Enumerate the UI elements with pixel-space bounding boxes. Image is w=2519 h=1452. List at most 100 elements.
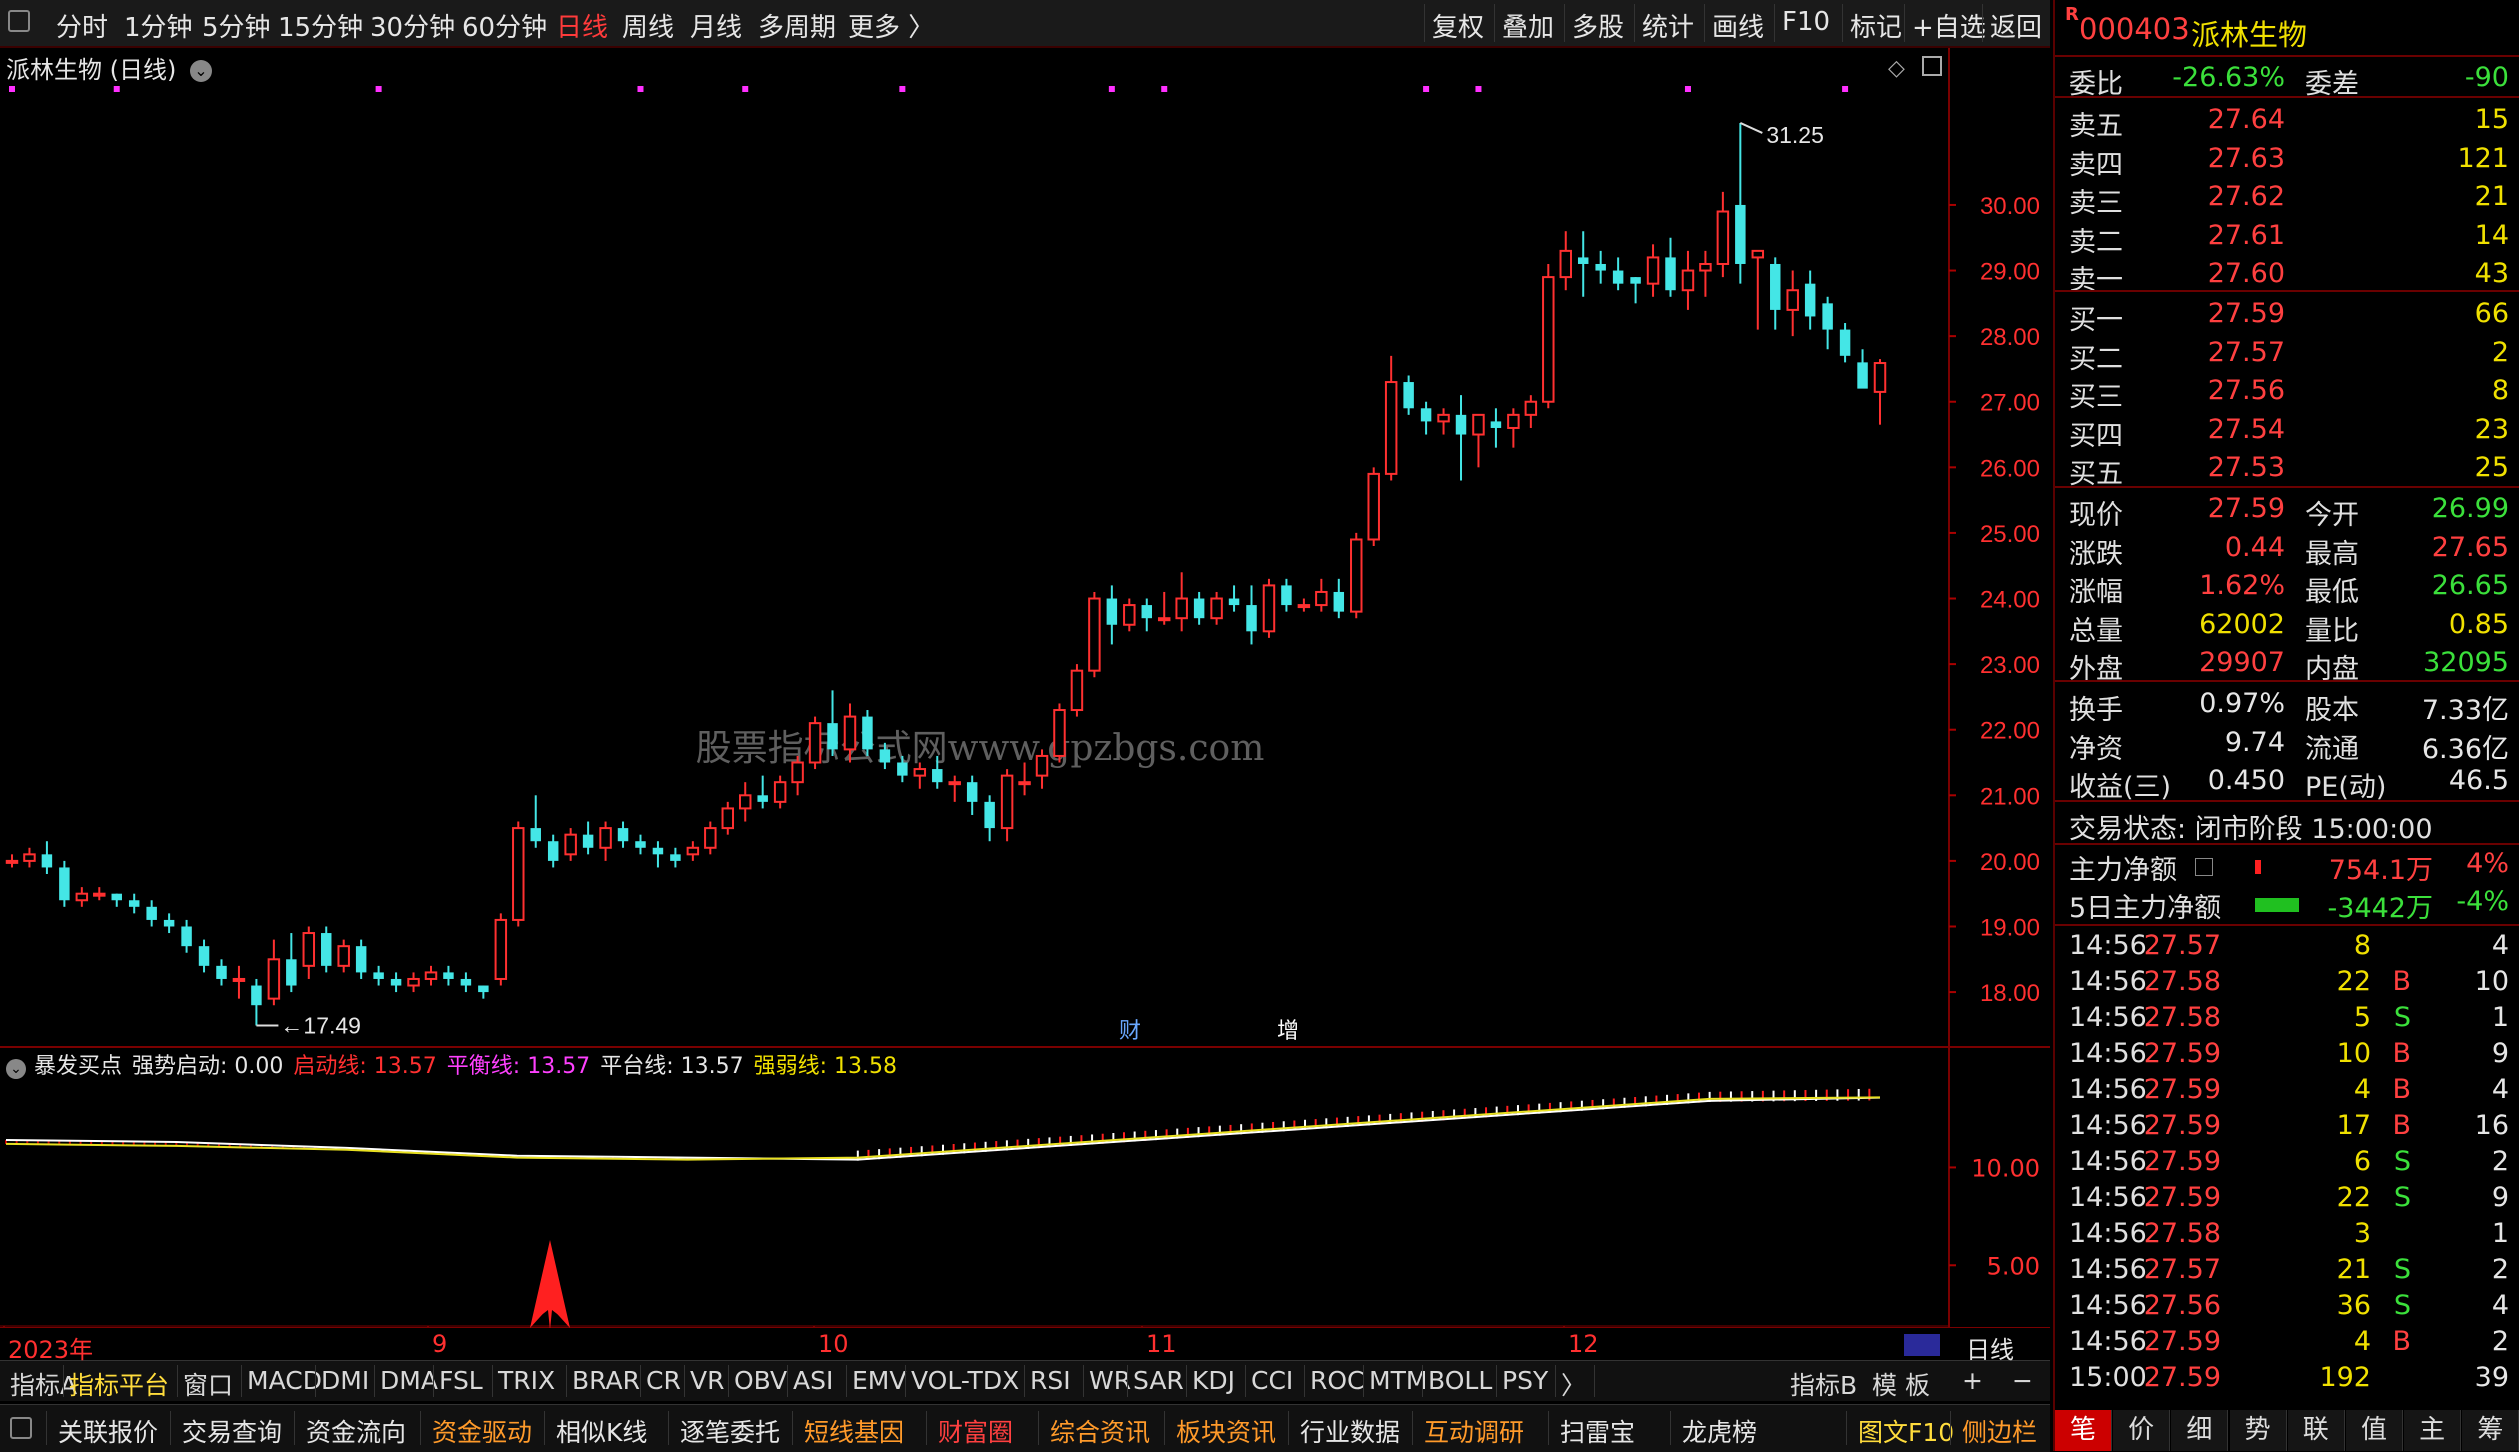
- function-button-8[interactable]: 综合资讯: [1050, 1413, 1150, 1449]
- function-button-15[interactable]: 侧边栏: [1962, 1413, 2037, 1449]
- indicator-tab-22[interactable]: BOLL: [1428, 1366, 1492, 1395]
- function-button-1[interactable]: 交易查询: [182, 1413, 282, 1449]
- tool-7[interactable]: +自选: [1912, 7, 1986, 44]
- indicator-tab-4[interactable]: DMI: [321, 1366, 369, 1395]
- sidebar-toggle-icon[interactable]: [10, 1417, 32, 1439]
- indicator-tab-21[interactable]: MTM: [1369, 1366, 1427, 1395]
- function-button-5[interactable]: 逐笔委托: [680, 1413, 780, 1449]
- bid-row[interactable]: 买一 27.59 66: [2055, 294, 2519, 336]
- layout-toggle-icon[interactable]: [1922, 56, 1942, 76]
- stat-value: 26.99: [2431, 493, 2509, 524]
- indicator-tab-2[interactable]: 窗口: [183, 1366, 233, 1402]
- panel-tab-5[interactable]: 值: [2346, 1410, 2403, 1451]
- function-button-14[interactable]: 图文F10: [1858, 1413, 1954, 1449]
- indicator-right-2[interactable]: +: [1962, 1366, 1983, 1395]
- chevron-down-icon[interactable]: ⌄: [6, 1059, 26, 1079]
- panel-tab-0[interactable]: 笔: [2055, 1410, 2112, 1451]
- ask-row[interactable]: 卖二 27.61 14: [2055, 216, 2519, 258]
- panel-tab-1[interactable]: 价: [2113, 1410, 2171, 1451]
- tick-price: 27.58: [2143, 1218, 2221, 1249]
- indicator-tab-18[interactable]: KDJ: [1192, 1366, 1235, 1395]
- period-label[interactable]: 日线: [1966, 1330, 2014, 1365]
- indicator-right-3[interactable]: −: [2012, 1366, 2033, 1395]
- function-button-2[interactable]: 资金流向: [306, 1413, 406, 1449]
- function-button-9[interactable]: 板块资讯: [1176, 1413, 1276, 1449]
- indicator-tab-8[interactable]: BRAR: [572, 1366, 640, 1395]
- indicator-tab-3[interactable]: MACD: [247, 1366, 322, 1395]
- indicator-tab-10[interactable]: VR: [690, 1366, 724, 1395]
- period-8[interactable]: 月线: [690, 7, 742, 44]
- tick-row: 14:56 27.59 10 B 9: [2055, 1036, 2519, 1074]
- ask-row[interactable]: 卖五 27.64 15: [2055, 100, 2519, 142]
- indicator-tab-13[interactable]: EMV: [852, 1366, 906, 1395]
- function-button-3[interactable]: 资金驱动: [432, 1413, 532, 1449]
- stat-value: 29907: [2199, 647, 2285, 678]
- menu-icon[interactable]: [2195, 858, 2213, 876]
- window-menu-icon[interactable]: [8, 10, 30, 32]
- panel-tab-7[interactable]: 筹: [2462, 1410, 2519, 1451]
- ask-row[interactable]: 卖四 27.63 121: [2055, 139, 2519, 181]
- tool-8[interactable]: 返回: [1990, 7, 2042, 44]
- tool-4[interactable]: 画线: [1712, 7, 1764, 44]
- bid-row[interactable]: 买四 27.54 23: [2055, 410, 2519, 452]
- tool-1[interactable]: 叠加: [1502, 7, 1554, 44]
- indicator-tab-7[interactable]: TRIX: [498, 1366, 555, 1395]
- period-2[interactable]: 5分钟: [202, 7, 271, 44]
- indicator-tab-6[interactable]: FSL: [439, 1366, 483, 1395]
- candle-body: [1053, 709, 1066, 757]
- bid-row[interactable]: 买三 27.56 8: [2055, 371, 2519, 413]
- function-button-13[interactable]: 龙虎榜: [1682, 1413, 1757, 1449]
- indicator-tab-23[interactable]: PSY: [1502, 1366, 1548, 1395]
- indicator-tab-14[interactable]: VOL-TDX: [911, 1366, 1019, 1395]
- indicator-tab-19[interactable]: CCI: [1251, 1366, 1293, 1395]
- indicator-right-0[interactable]: 指标B: [1790, 1366, 1857, 1402]
- tool-0[interactable]: 复权: [1432, 7, 1484, 44]
- ask-row[interactable]: 卖一 27.60 43: [2055, 254, 2519, 296]
- panel-tab-3[interactable]: 势: [2229, 1410, 2287, 1451]
- function-button-11[interactable]: 互动调研: [1424, 1413, 1524, 1449]
- period-1[interactable]: 1分钟: [124, 7, 193, 44]
- indicator-tab-separator: [374, 1365, 375, 1397]
- candlestick-chart[interactable]: 30.00 29.00 28.00 27.00 26.00 25.00 24.00 23.00…: [0, 48, 2050, 1328]
- period-9[interactable]: 多周期: [758, 7, 836, 44]
- tool-6[interactable]: 标记: [1850, 7, 1902, 44]
- function-button-7[interactable]: 财富圈: [938, 1413, 1013, 1449]
- indicator-tab-20[interactable]: ROC: [1310, 1366, 1365, 1395]
- indicator-tab-0[interactable]: 指标A: [10, 1366, 77, 1402]
- function-button-6[interactable]: 短线基因: [804, 1413, 904, 1449]
- indicator-tab-5[interactable]: DMA: [380, 1366, 438, 1395]
- panel-tab-4[interactable]: 联: [2287, 1410, 2345, 1451]
- bid-row[interactable]: 买二 27.57 2: [2055, 333, 2519, 375]
- period-5[interactable]: 60分钟: [462, 7, 547, 44]
- period-7[interactable]: 周线: [622, 7, 674, 44]
- scroll-thumb[interactable]: [1904, 1334, 1940, 1356]
- indicator-tab-24[interactable]: 〉: [1561, 1366, 1586, 1402]
- indicator-tab-11[interactable]: OBV: [734, 1366, 787, 1395]
- candle-body: [599, 827, 612, 849]
- bid-row[interactable]: 买五 27.53 25: [2055, 448, 2519, 490]
- indicator-tab-1[interactable]: 指标平台: [69, 1366, 169, 1402]
- tool-3[interactable]: 统计: [1642, 7, 1694, 44]
- indicator-tab-12[interactable]: ASI: [793, 1366, 833, 1395]
- function-button-4[interactable]: 相似K线: [556, 1413, 647, 1449]
- function-button-12[interactable]: 扫雷宝: [1560, 1413, 1635, 1449]
- diamond-icon[interactable]: ◇: [1888, 56, 1905, 81]
- indicator-tab-15[interactable]: RSI: [1030, 1366, 1071, 1395]
- period-4[interactable]: 30分钟: [370, 7, 455, 44]
- tool-2[interactable]: 多股: [1572, 7, 1624, 44]
- period-0[interactable]: 分时: [56, 7, 108, 44]
- function-button-0[interactable]: 关联报价: [58, 1413, 158, 1449]
- function-button-10[interactable]: 行业数据: [1300, 1413, 1400, 1449]
- period-10[interactable]: 更多 〉: [848, 7, 934, 44]
- indicator-tab-17[interactable]: SAR: [1133, 1366, 1184, 1395]
- period-6[interactable]: 日线: [556, 7, 608, 44]
- panel-tab-2[interactable]: 细: [2171, 1410, 2229, 1451]
- indicator-tab-16[interactable]: WR: [1089, 1366, 1131, 1395]
- indicator-tab-9[interactable]: CR: [646, 1366, 681, 1395]
- ask-row[interactable]: 卖三 27.62 21: [2055, 177, 2519, 219]
- tool-5[interactable]: F10: [1782, 7, 1830, 37]
- share-stat-label: 收益(三): [2069, 772, 2172, 803]
- indicator-right-1[interactable]: 模 板: [1872, 1366, 1930, 1402]
- period-3[interactable]: 15分钟: [278, 7, 363, 44]
- panel-tab-6[interactable]: 主: [2404, 1410, 2462, 1451]
